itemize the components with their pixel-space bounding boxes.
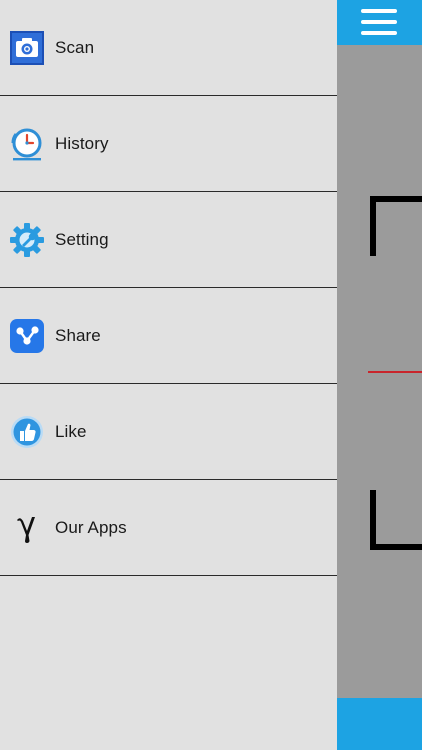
menu-item-scan[interactable]: Scan xyxy=(0,0,337,96)
menu-label-setting: Setting xyxy=(55,229,109,249)
menu-label-like: Like xyxy=(55,421,87,441)
gear-wrench-icon xyxy=(10,222,44,257)
menu-item-history[interactable]: History xyxy=(0,96,337,192)
scan-line xyxy=(368,371,422,373)
scanner-viewfinder xyxy=(337,0,422,750)
top-nav-bar xyxy=(337,0,422,45)
bottom-bar xyxy=(337,698,422,750)
menu-label-history: History xyxy=(55,133,109,153)
viewfinder-corner-top-left xyxy=(370,196,422,256)
menu-label-scan: Scan xyxy=(55,37,95,57)
menu-item-like[interactable]: Like xyxy=(0,384,337,480)
camera-icon xyxy=(10,30,44,65)
thumbs-up-icon xyxy=(10,415,44,449)
menu-label-our-apps: Our Apps xyxy=(55,517,127,537)
clock-icon xyxy=(10,127,44,161)
viewfinder-corner-bottom-left xyxy=(370,490,422,550)
side-menu-drawer: Scan History Setting Share Like Our Apps xyxy=(0,0,337,750)
menu-item-setting[interactable]: Setting xyxy=(0,192,337,288)
gamma-icon xyxy=(10,511,44,545)
hamburger-icon[interactable] xyxy=(361,8,397,36)
menu-label-share: Share xyxy=(55,325,101,345)
menu-item-share[interactable]: Share xyxy=(0,288,337,384)
menu-item-our-apps[interactable]: Our Apps xyxy=(0,480,337,576)
share-icon xyxy=(10,318,44,353)
